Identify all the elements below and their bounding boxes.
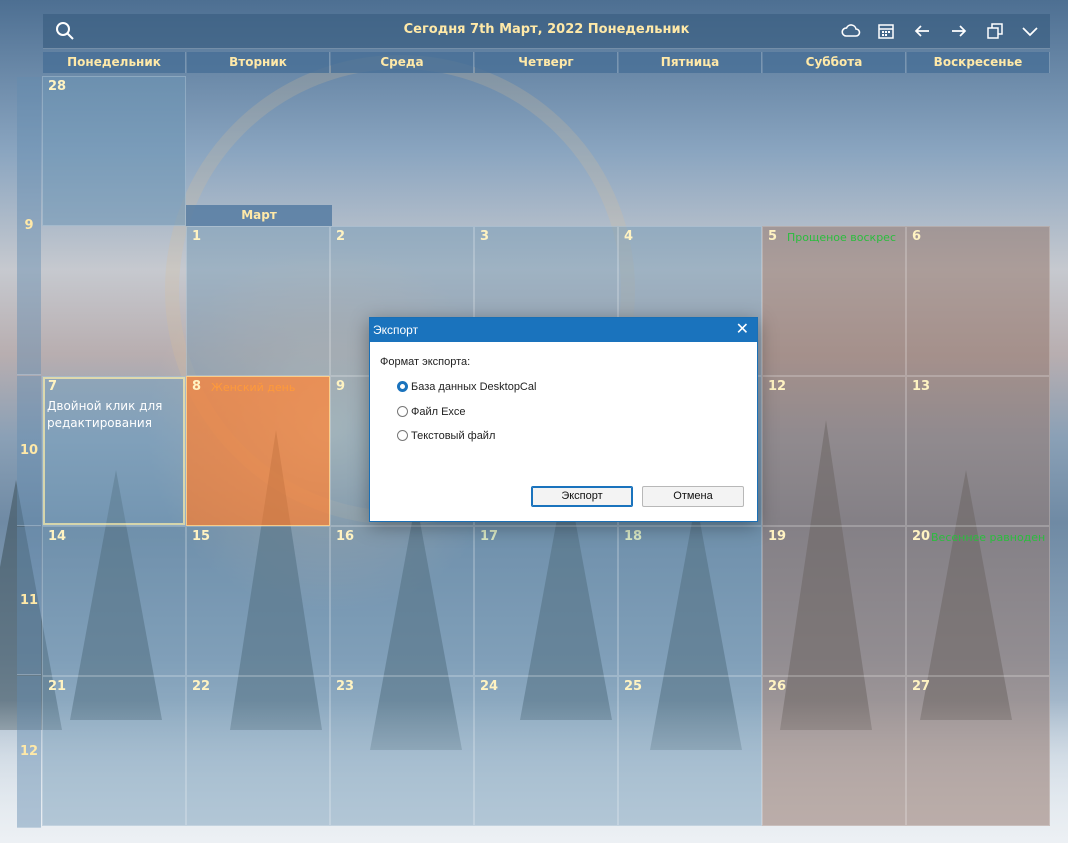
day-number: 22 — [192, 679, 211, 694]
day-number: 20 — [912, 529, 931, 544]
day-cell[interactable]: 26 — [762, 676, 906, 826]
arrow-right-icon[interactable] — [948, 20, 970, 42]
radio-excel-file[interactable]: Файл Exce — [397, 406, 466, 418]
day-number: 12 — [768, 379, 787, 394]
day-cell[interactable]: 15 — [186, 526, 330, 676]
day-number: 15 — [192, 529, 211, 544]
day-number: 26 — [768, 679, 787, 694]
day-header-thu: Четверг — [475, 52, 618, 73]
week-number: 11 — [17, 527, 41, 675]
day-cell[interactable]: 14 — [42, 526, 186, 676]
day-cell[interactable]: 16 — [330, 526, 474, 676]
day-number: 21 — [48, 679, 67, 694]
day-number: 1 — [192, 229, 202, 244]
day-number: 17 — [480, 529, 499, 544]
day-cell[interactable]: 19 — [762, 526, 906, 676]
day-header-fri: Пятница — [619, 52, 762, 73]
day-number: 19 — [768, 529, 787, 544]
dialog-titlebar[interactable]: Экспорт ✕ — [370, 318, 757, 342]
day-header-mon: Понедельник — [43, 52, 186, 73]
week-number: 9 — [17, 77, 41, 375]
close-icon[interactable]: ✕ — [736, 318, 749, 342]
day-cell[interactable]: 20 Весеннее равноден — [906, 526, 1050, 676]
month-label: Март — [186, 205, 332, 226]
export-format-label: Формат экспорта: — [380, 356, 471, 368]
cancel-button[interactable]: Отмена — [642, 486, 744, 507]
day-cell[interactable]: 1 — [186, 226, 330, 376]
day-cell[interactable]: 5 Прощеное воскрес — [762, 226, 906, 376]
day-number: 5 — [768, 229, 778, 244]
export-button[interactable]: Экспорт — [531, 486, 633, 507]
day-cell[interactable]: 13 — [906, 376, 1050, 526]
day-cell[interactable]: 12 — [762, 376, 906, 526]
today-title: Сегодня 7th Март, 2022 Понедельник — [403, 22, 690, 37]
day-header-wed: Среда — [331, 52, 474, 73]
day-cell[interactable]: 25 — [618, 676, 762, 826]
radio-selected-icon — [397, 381, 408, 392]
day-header-sun: Воскресенье — [907, 52, 1050, 73]
dialog-title: Экспорт — [373, 323, 419, 337]
day-cell[interactable]: 21 — [42, 676, 186, 826]
edit-hint: Двойной клик для редактирования — [47, 399, 163, 430]
cloud-icon[interactable] — [840, 20, 862, 42]
restore-icon[interactable] — [984, 20, 1006, 42]
day-header-tue: Вторник — [187, 52, 330, 73]
day-number: 6 — [912, 229, 922, 244]
radio-label: База данных DesktopCal — [411, 381, 537, 393]
day-number: 8 — [192, 379, 202, 394]
chevron-down-icon[interactable] — [1019, 20, 1041, 42]
day-cell[interactable]: 28 — [42, 76, 186, 226]
day-cell-today[interactable]: 8 Женский день — [186, 376, 330, 526]
day-cell[interactable]: 17 — [474, 526, 618, 676]
calendar-header: Сегодня 7th Март, 2022 Понедельник — [43, 14, 1050, 49]
day-number: 7 — [48, 379, 58, 394]
week-number: 10 — [17, 376, 41, 526]
day-number: 24 — [480, 679, 499, 694]
day-number: 13 — [912, 379, 931, 394]
day-cell[interactable]: 27 — [906, 676, 1050, 826]
export-dialog: Экспорт ✕ Формат экспорта: База данных D… — [369, 317, 758, 522]
radio-text-file[interactable]: Текстовый файл — [397, 430, 495, 442]
day-cell[interactable]: 24 — [474, 676, 618, 826]
radio-desktopcal-db[interactable]: База данных DesktopCal — [397, 381, 536, 393]
day-cell-selected[interactable]: 7 Двойной клик для редактирования — [42, 376, 186, 526]
holiday-label: Прощеное воскрес — [787, 231, 897, 244]
holiday-label: Женский день — [211, 381, 296, 394]
radio-label: Текстовый файл — [411, 430, 496, 442]
day-number: 27 — [912, 679, 931, 694]
day-cell[interactable]: 22 — [186, 676, 330, 826]
arrow-left-icon[interactable] — [911, 20, 933, 42]
day-number: 28 — [48, 79, 67, 94]
day-number: 16 — [336, 529, 355, 544]
day-header-sat: Суббота — [763, 52, 906, 73]
day-cell[interactable]: 23 — [330, 676, 474, 826]
day-number: 4 — [624, 229, 634, 244]
day-number: 3 — [480, 229, 490, 244]
day-cell[interactable]: 18 — [618, 526, 762, 676]
day-number: 2 — [336, 229, 346, 244]
radio-label: Файл Exce — [411, 406, 466, 418]
radio-unselected-icon — [397, 430, 408, 441]
calendar-icon[interactable] — [875, 20, 897, 42]
holiday-label: Весеннее равноден — [931, 531, 1046, 544]
week-number: 12 — [17, 676, 41, 828]
day-cell[interactable]: 6 — [906, 226, 1050, 376]
day-number: 23 — [336, 679, 355, 694]
day-number: 9 — [336, 379, 346, 394]
day-number: 18 — [624, 529, 643, 544]
day-number: 14 — [48, 529, 67, 544]
day-number: 25 — [624, 679, 643, 694]
radio-unselected-icon — [397, 406, 408, 417]
